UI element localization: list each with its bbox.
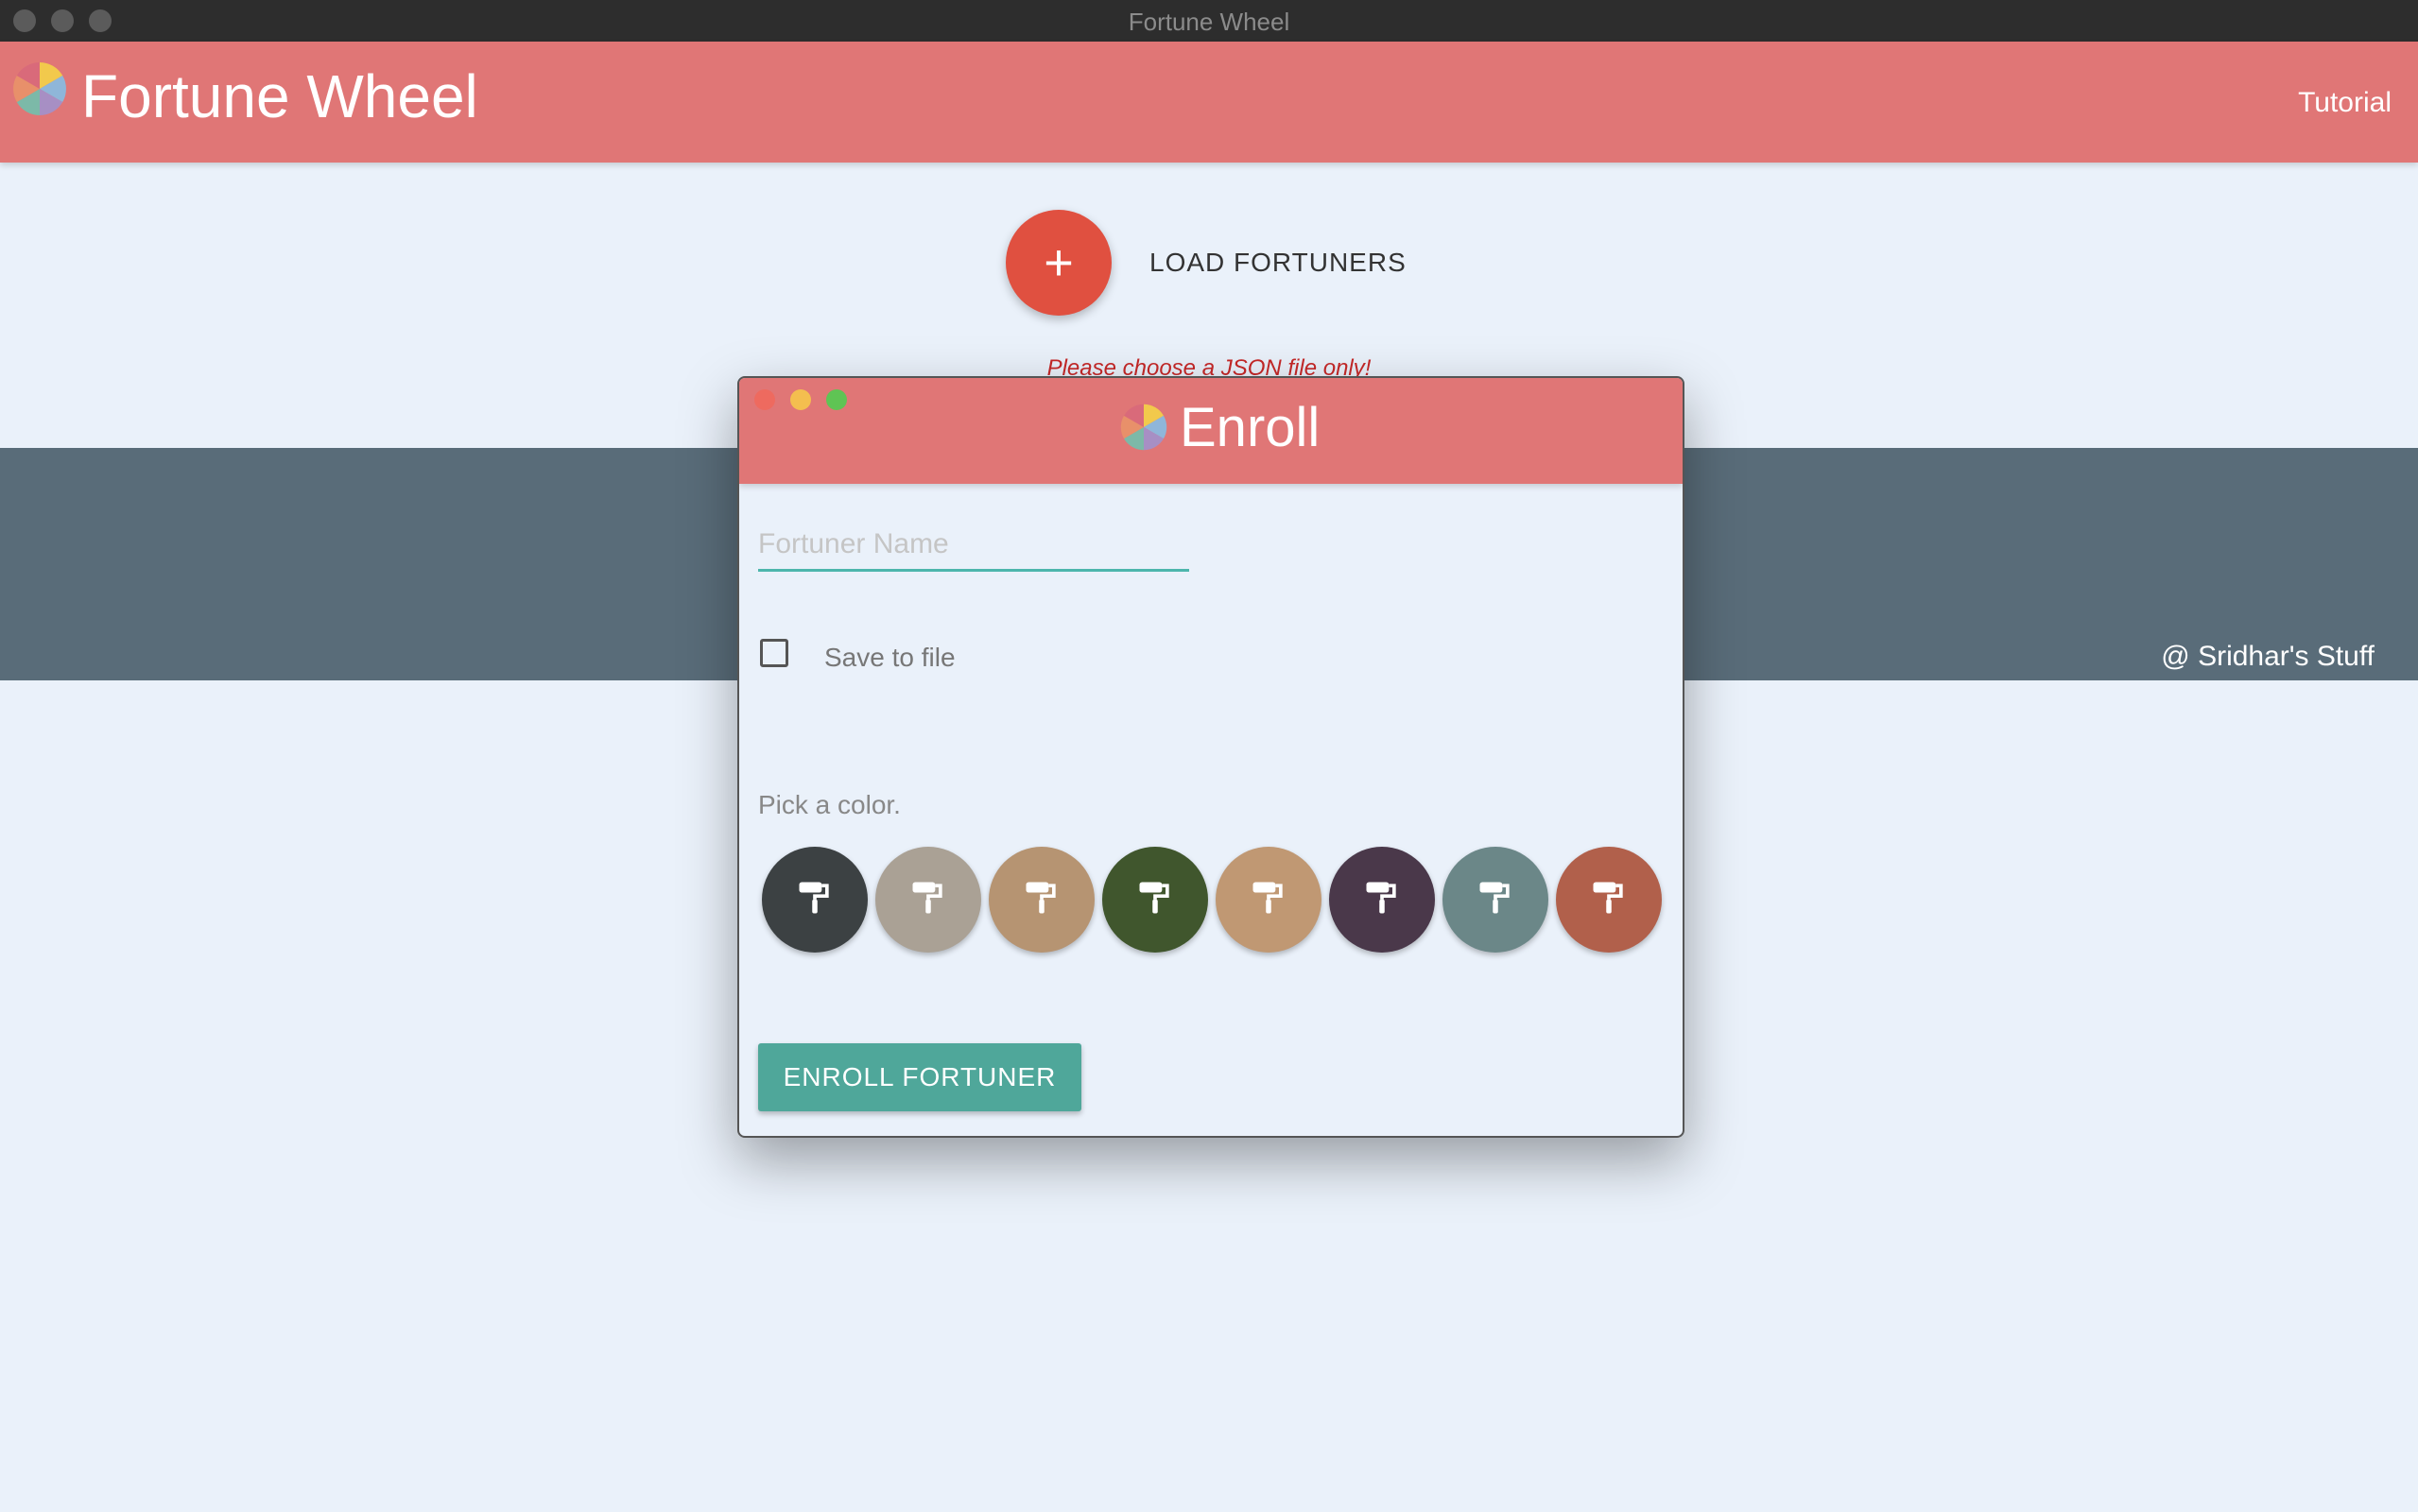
- paint-roller-icon: [1361, 877, 1403, 923]
- paint-roller-icon: [794, 877, 836, 923]
- color-wheel-icon: [1120, 404, 1167, 451]
- color-swatch-8[interactable]: [1556, 847, 1662, 953]
- paint-roller-icon: [1134, 877, 1176, 923]
- dialog-close-button[interactable]: [754, 389, 775, 410]
- plus-icon: +: [1044, 234, 1074, 291]
- enroll-dialog-title: Enroll: [1180, 397, 1321, 458]
- color-swatch-7[interactable]: [1442, 847, 1548, 953]
- tutorial-link[interactable]: Tutorial: [2298, 87, 2392, 119]
- pick-color-label: Pick a color.: [758, 790, 901, 819]
- window-title: Fortune Wheel: [1128, 8, 1290, 36]
- window-titlebar: Fortune Wheel: [0, 0, 2418, 43]
- dialog-zoom-button[interactable]: [826, 389, 847, 410]
- app-title: Fortune Wheel: [81, 62, 478, 130]
- fortuner-name-input[interactable]: [758, 520, 1189, 572]
- enroll-dialog-header: Enroll: [739, 378, 1683, 484]
- color-swatch-3[interactable]: [989, 847, 1095, 953]
- enroll-dialog: Enroll Save to file Pick a color. ENROLL…: [737, 376, 1684, 1138]
- load-fortuners-button[interactable]: +: [1006, 210, 1112, 316]
- color-swatch-2[interactable]: [875, 847, 981, 953]
- load-fortuners-label[interactable]: LOAD FORTUNERS: [1149, 248, 1407, 278]
- color-swatch-list: [762, 847, 1662, 953]
- paint-roller-icon: [1475, 877, 1516, 923]
- paint-roller-icon: [907, 877, 949, 923]
- color-swatch-1[interactable]: [762, 847, 868, 953]
- paint-roller-icon: [1021, 877, 1062, 923]
- save-to-file-checkbox[interactable]: [760, 639, 788, 667]
- save-to-file-label[interactable]: Save to file: [824, 643, 956, 673]
- paint-roller-icon: [1248, 877, 1289, 923]
- enroll-fortuner-button[interactable]: ENROLL FORTUNER: [758, 1043, 1081, 1111]
- footer-credit: @ Sridhar's Stuff: [2161, 641, 2375, 672]
- color-wheel-icon: [13, 62, 66, 115]
- dialog-minimize-button[interactable]: [790, 389, 811, 410]
- color-swatch-4[interactable]: [1102, 847, 1208, 953]
- paint-roller-icon: [1588, 877, 1630, 923]
- color-swatch-6[interactable]: [1329, 847, 1435, 953]
- app-header: Fortune Wheel Tutorial: [0, 42, 2418, 163]
- dialog-traffic-lights: [754, 389, 847, 410]
- color-swatch-5[interactable]: [1216, 847, 1321, 953]
